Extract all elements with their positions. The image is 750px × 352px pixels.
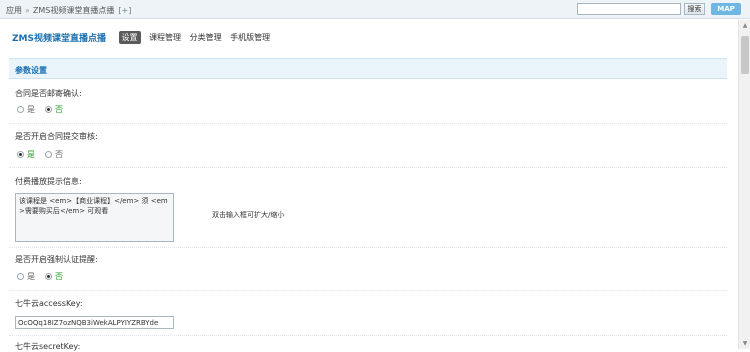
scroll-up-arrow-icon[interactable]: ▲ [739, 20, 750, 31]
radio-no-label[interactable]: 否 [55, 104, 63, 115]
breadcrumb-app[interactable]: 应用 [6, 6, 22, 15]
divider [9, 335, 727, 336]
textarea-resize-hint: 双击输入框可扩大/缩小 [212, 211, 285, 219]
divider [9, 247, 727, 248]
qiniu-secret-key-label: 七牛云secretKey: [15, 342, 81, 351]
radio-no-label[interactable]: 否 [55, 149, 63, 160]
nav-tab-category-management[interactable]: 分类管理 [190, 32, 222, 43]
scroll-thumb[interactable] [741, 36, 749, 74]
divider [9, 123, 727, 124]
contract-submit-review-radios: 是否 [17, 149, 73, 160]
breadcrumb: 应用» ZMS视频课堂直播点播 [+] [6, 5, 131, 16]
section-header: 参数设置 [9, 58, 727, 79]
paid-play-hint-textarea[interactable]: 该课程是 <em>【商业课程】</em> 须 <em>需要购买后</em> 可观… [15, 193, 174, 242]
divider [9, 167, 727, 168]
nav-tab-course-management[interactable]: 课程管理 [149, 32, 181, 43]
contract-submit-review-label: 是否开启合同提交审核: [15, 132, 98, 141]
radio-yes[interactable] [17, 273, 24, 280]
qiniu-access-key-label: 七牛云accessKey: [15, 299, 83, 308]
force-auth-remind-radios: 是否 [17, 271, 73, 282]
radio-no[interactable] [45, 273, 52, 280]
radio-no[interactable] [45, 151, 52, 158]
radio-yes-label[interactable]: 是 [27, 104, 35, 115]
app-nav: ZMS视频课堂直播点播 设置 课程管理 分类管理 手机版管理 [12, 31, 276, 44]
breadcrumb-current[interactable]: ZMS视频课堂直播点播 [33, 6, 114, 15]
map-button[interactable]: MAP [711, 3, 741, 15]
force-auth-remind-label: 是否开启强制认证提醒: [15, 255, 98, 264]
scroll-down-arrow-icon[interactable]: ▼ [739, 338, 750, 349]
radio-no-label[interactable]: 否 [55, 271, 63, 282]
vertical-scrollbar[interactable]: ▲ ▼ [738, 20, 750, 349]
qiniu-access-key-input[interactable]: OcOQq18IZ7ozNQB3iWekALPYIYZRBYde [15, 316, 174, 329]
divider [9, 290, 727, 291]
paid-play-hint-label: 付费播放提示信息: [15, 177, 82, 186]
app-title: ZMS视频课堂直播点播 [12, 34, 106, 44]
top-bar: 应用» ZMS视频课堂直播点播 [+] 搜索 MAP [0, 0, 750, 19]
nav-tab-settings[interactable]: 设置 [118, 31, 141, 44]
breadcrumb-expand-toggle[interactable]: [+] [118, 6, 131, 15]
search-input[interactable] [577, 3, 681, 15]
contract-email-confirm-label: 合同是否邮寄确认: [15, 89, 82, 98]
radio-no[interactable] [45, 106, 52, 113]
radio-yes-label[interactable]: 是 [27, 271, 35, 282]
radio-yes[interactable] [17, 106, 24, 113]
radio-yes-label[interactable]: 是 [27, 149, 35, 160]
search-button[interactable]: 搜索 [684, 3, 705, 15]
section-title: 参数设置 [15, 66, 47, 75]
radio-yes[interactable] [17, 151, 24, 158]
breadcrumb-separator: » [25, 6, 30, 15]
nav-tab-mobile-management[interactable]: 手机版管理 [230, 32, 270, 43]
contract-email-confirm-radios: 是否 [17, 104, 73, 115]
